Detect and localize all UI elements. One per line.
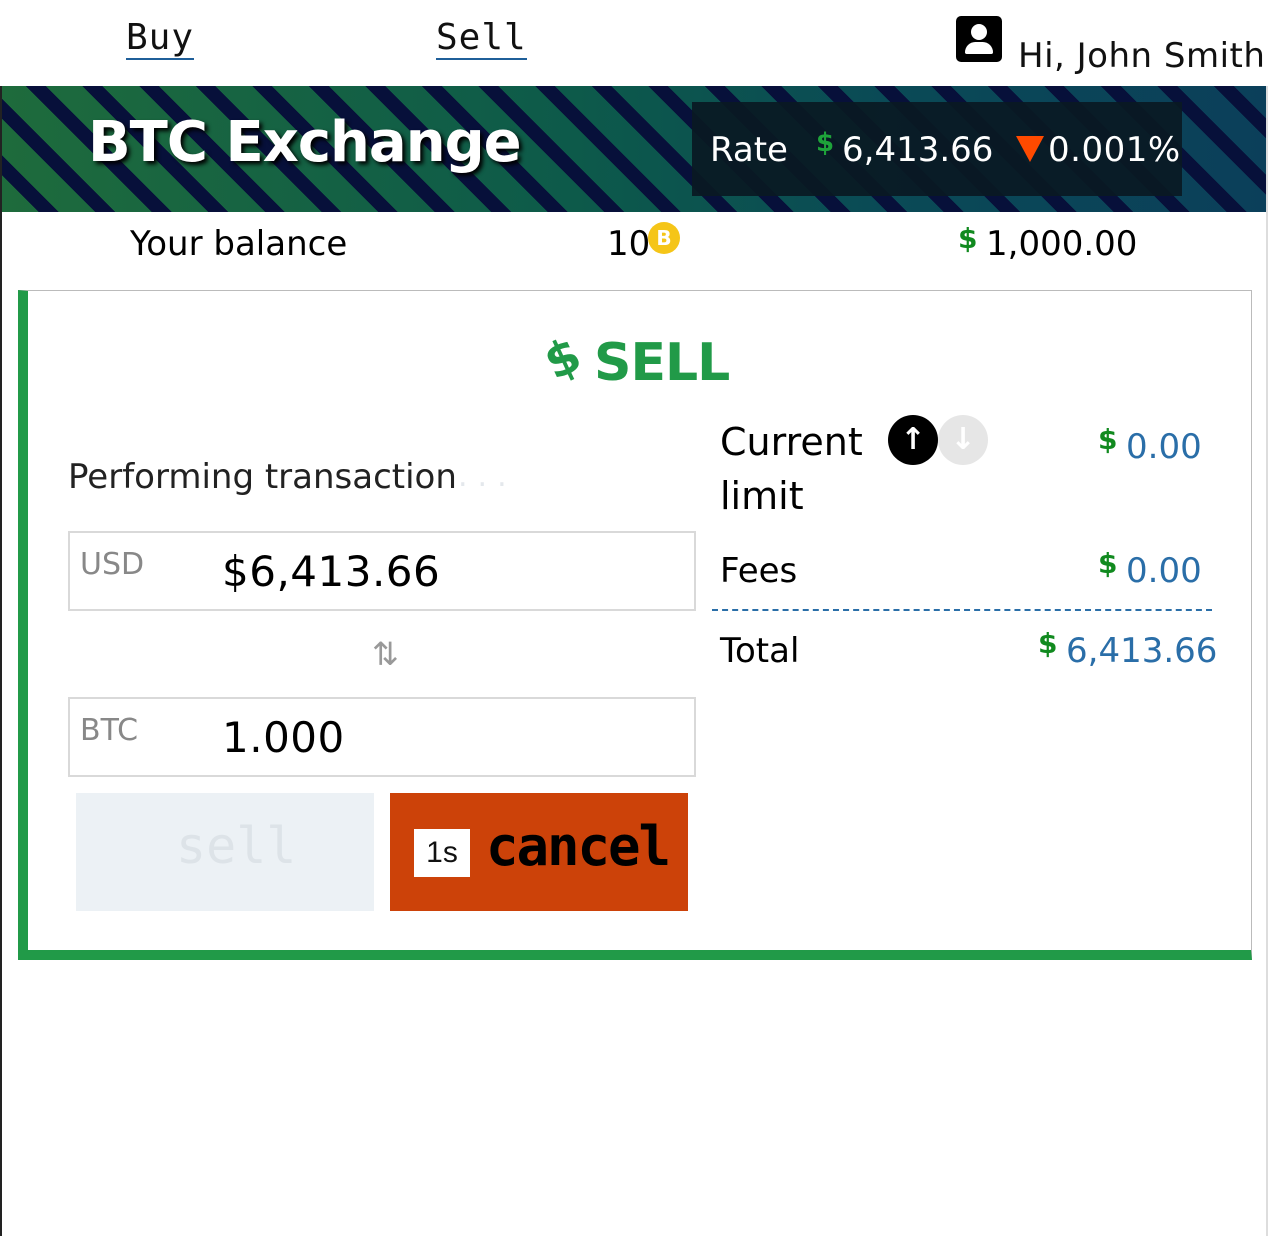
user-icon-body: [965, 42, 993, 54]
current-limit-label: Current limit: [720, 420, 863, 518]
top-nav: Buy Sell Hi, John Smith: [0, 0, 1268, 86]
user-icon-head: [971, 24, 987, 40]
btc-input[interactable]: BTC 1.000: [68, 697, 696, 777]
panel-title: SELL: [594, 333, 730, 393]
cancel-button-label: cancel: [486, 815, 671, 878]
cancel-button[interactable]: 1s cancel: [390, 793, 688, 911]
balance-usd-amount: 1,000.00: [986, 224, 1138, 264]
balance-btc-amount: 10: [607, 224, 651, 264]
fees-value: 0.00: [1126, 551, 1202, 591]
usd-input[interactable]: USD $6,413.66: [68, 531, 696, 611]
fees-label: Fees: [720, 551, 798, 591]
limit-currency-icon: $: [1098, 423, 1118, 456]
status-text: Performing transaction: [68, 457, 457, 497]
btc-field-value: 1.000: [222, 713, 345, 762]
rate-box: Rate $ 6,413.66 0.001%: [692, 102, 1182, 196]
balance-label: Your balance: [130, 224, 348, 264]
header-banner: BTC Exchange Rate $ 6,413.66 0.001%: [2, 86, 1266, 212]
swap-icon[interactable]: ⇅: [372, 635, 399, 673]
usd-field-label: USD: [80, 547, 145, 582]
rate-currency-icon: $: [816, 128, 835, 158]
nav-sell-link[interactable]: Sell: [436, 18, 527, 60]
sell-button-label: sell: [176, 817, 297, 875]
rate-label: Rate: [710, 130, 788, 170]
fees-currency-icon: $: [1098, 547, 1118, 580]
balance-usd-currency-icon: $: [958, 222, 978, 255]
sell-panel: $ SELL Performing transaction ... USD $6…: [18, 290, 1252, 960]
user-greeting: Hi, John Smith: [1018, 36, 1266, 76]
sell-button[interactable]: sell: [76, 793, 374, 911]
btc-field-label: BTC: [80, 713, 139, 748]
total-label: Total: [720, 631, 800, 671]
total-currency-icon: $: [1038, 627, 1058, 660]
loading-dots: ...: [458, 459, 517, 494]
arrow-down-icon[interactable]: ↓: [938, 415, 988, 465]
usd-field-value: $6,413.66: [222, 547, 441, 596]
rate-change: 0.001%: [1048, 130, 1181, 170]
rate-value: 6,413.66: [842, 130, 994, 170]
user-icon[interactable]: [956, 16, 1002, 62]
brand-title: BTC Exchange: [88, 110, 522, 175]
bitcoin-icon: B: [648, 222, 680, 254]
balance-row: Your balance 10 B $ 1,000.00: [2, 212, 1266, 288]
summary-divider: [712, 609, 1212, 611]
limit-value: 0.00: [1126, 427, 1202, 467]
arrow-up-icon[interactable]: ↑: [888, 415, 938, 465]
total-value: 6,413.66: [1066, 631, 1218, 671]
dollar-icon: $: [535, 326, 590, 392]
cancel-timer: 1s: [414, 829, 470, 877]
rate-down-arrow-icon: [1016, 136, 1044, 162]
nav-buy-link[interactable]: Buy: [126, 18, 195, 60]
